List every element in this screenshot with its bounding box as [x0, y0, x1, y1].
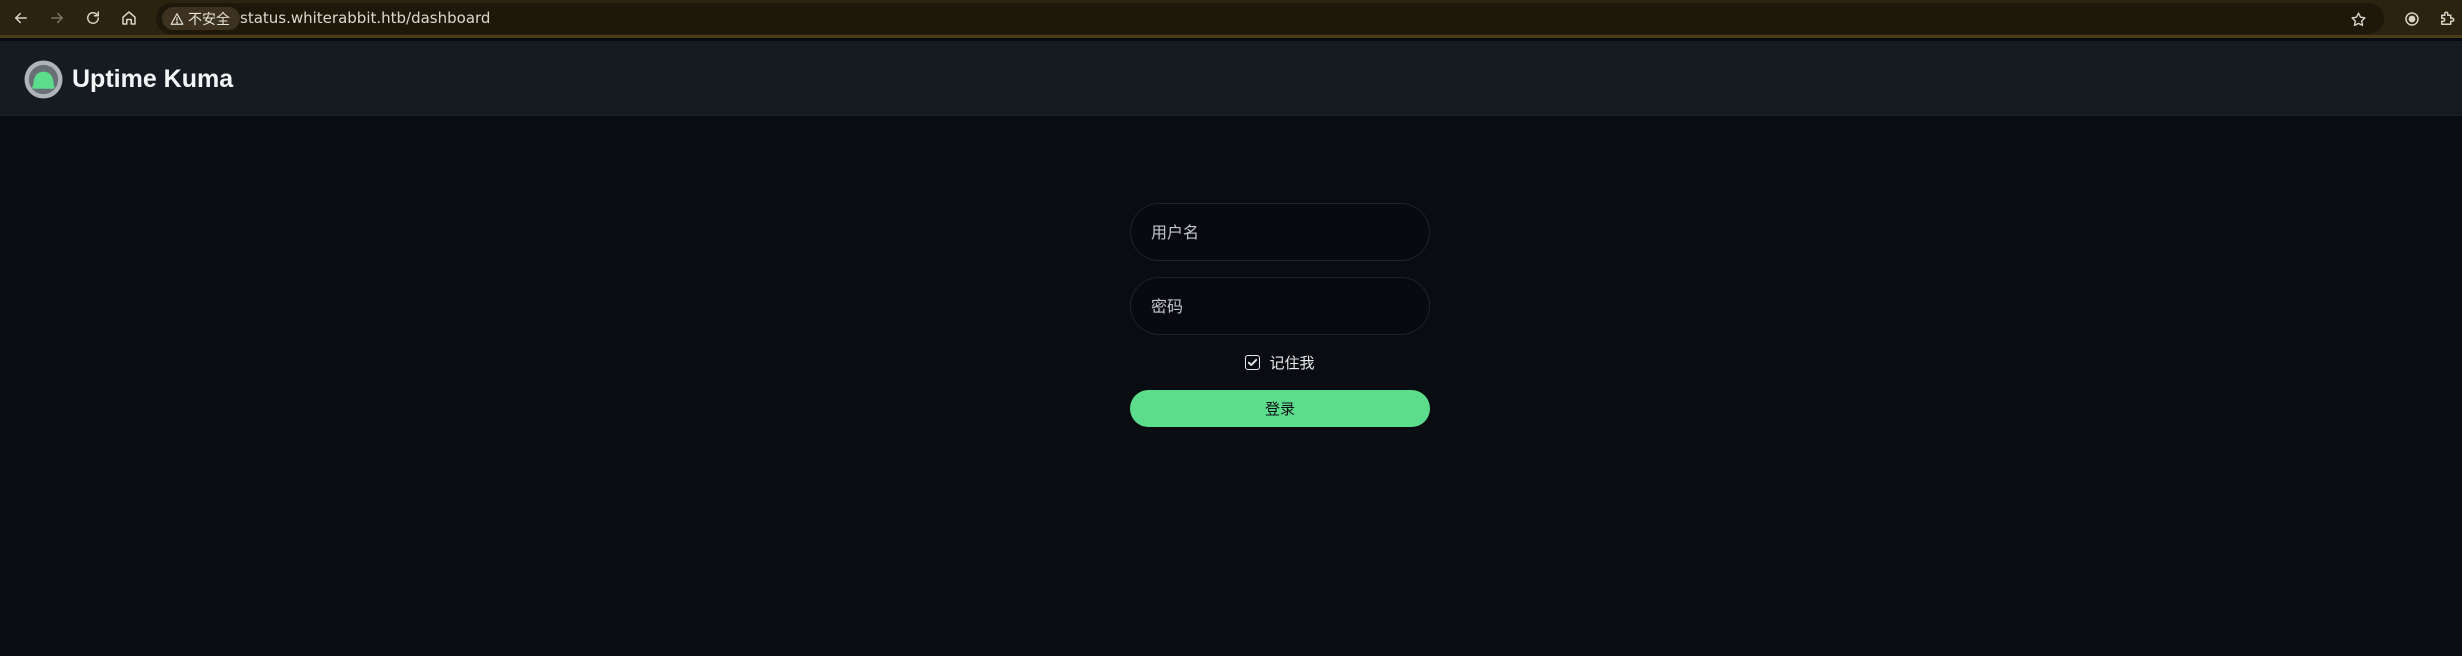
bookmark-button[interactable]	[2348, 9, 2368, 29]
login-button[interactable]: 登录	[1130, 390, 1430, 427]
url-text[interactable]: status.whiterabbit.htb/dashboard	[240, 9, 490, 27]
extension-button[interactable]	[2401, 8, 2423, 30]
checkmark-icon	[1248, 358, 1258, 366]
login-form: 记住我 登录	[1130, 203, 1430, 427]
password-input[interactable]	[1131, 278, 1429, 334]
app-header: Uptime Kuma	[0, 41, 2462, 116]
extensions-menu-button[interactable]	[2436, 8, 2458, 30]
uptime-kuma-logo	[24, 60, 63, 99]
puzzle-icon	[2441, 11, 2455, 25]
brand-link[interactable]: Uptime Kuma	[24, 60, 233, 99]
back-button[interactable]	[10, 7, 32, 29]
reload-icon	[87, 11, 99, 24]
remember-me-label[interactable]: 记住我	[1269, 352, 1314, 373]
extension-icon	[2405, 12, 2419, 26]
brand-name: Uptime Kuma	[72, 65, 234, 93]
username-field-wrapper	[1130, 203, 1430, 261]
star-icon	[2350, 11, 2366, 26]
remember-me-checkbox[interactable]	[1245, 354, 1261, 370]
remember-me-row: 记住我	[1130, 351, 1430, 373]
security-label: 不安全	[188, 11, 230, 28]
home-button[interactable]	[118, 7, 140, 29]
site-security-chip[interactable]: 不安全	[162, 7, 240, 30]
back-arrow-icon	[15, 12, 27, 24]
warning-icon	[170, 12, 184, 25]
address-bar[interactable]: 不安全 status.whiterabbit.htb/dashboard	[156, 3, 2384, 34]
browser-toolbar: 不安全 status.whiterabbit.htb/dashboard	[0, 0, 2462, 38]
forward-button[interactable]	[46, 7, 68, 29]
password-field-wrapper	[1130, 277, 1430, 335]
reload-button[interactable]	[82, 7, 104, 29]
username-input[interactable]	[1131, 204, 1429, 260]
home-icon	[122, 11, 136, 25]
forward-arrow-icon	[51, 12, 63, 24]
